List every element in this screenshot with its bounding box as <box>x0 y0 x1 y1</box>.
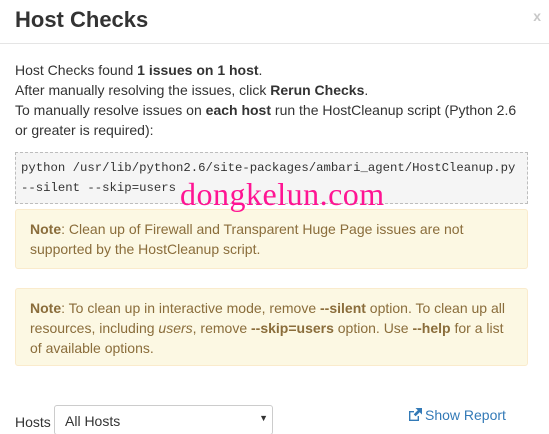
note-firewall-alert: Note: Clean up of Firewall and Transpare… <box>15 209 528 269</box>
external-link-icon <box>409 408 422 421</box>
intro-text: Host Checks found 1 issues on 1 host. Af… <box>15 60 528 140</box>
hosts-filter-row: Hosts All Hosts ▼ Show Report <box>15 405 528 434</box>
modal-title: Host Checks <box>15 7 149 32</box>
cleanup-command[interactable]: python /usr/lib/python2.6/site-packages/… <box>15 152 528 204</box>
chevron-down-icon: ▼ <box>259 413 268 423</box>
hosts-select-value: All Hosts <box>65 413 121 429</box>
note-label: Note <box>30 221 62 237</box>
close-button[interactable]: x <box>533 8 541 24</box>
intro-line-3: To manually resolve issues on each host … <box>15 102 517 138</box>
modal-header: Host Checks x <box>0 0 549 44</box>
hosts-label: Hosts <box>15 414 51 430</box>
intro-line-2: After manually resolving the issues, cli… <box>15 82 369 98</box>
note-interactive-alert: Note: To clean up in interactive mode, r… <box>15 288 528 366</box>
intro-line-1: Host Checks found 1 issues on 1 host. <box>15 62 263 78</box>
note-label: Note <box>30 300 62 316</box>
modal-body: Host Checks found 1 issues on 1 host. Af… <box>15 60 528 366</box>
show-report-link[interactable]: Show Report <box>408 407 506 423</box>
host-checks-modal: Host Checks x Host Checks found 1 issues… <box>0 0 549 434</box>
hosts-select[interactable]: All Hosts ▼ <box>54 405 273 434</box>
